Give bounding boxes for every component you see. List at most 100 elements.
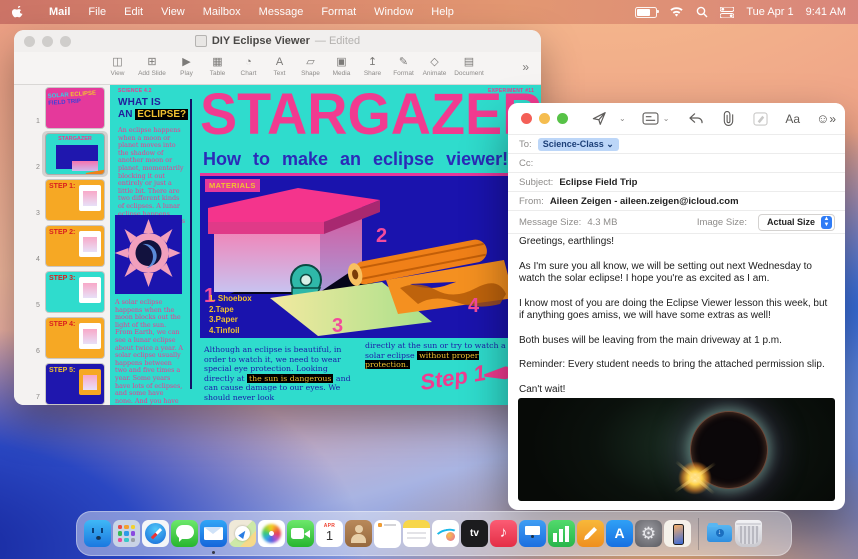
menu-format[interactable]: Format <box>321 6 356 18</box>
chart-button[interactable]: ◔Chart <box>233 56 264 77</box>
apple-menu-icon[interactable] <box>12 6 24 18</box>
slide-thumbnail-3[interactable]: 3 STEP 1: <box>14 177 110 223</box>
from-field[interactable]: From: Aileen Zeigen - aileen.zeigen@iclo… <box>508 191 845 211</box>
message-size-value: 4.3 MB <box>587 217 617 228</box>
animate-icon: ◇ <box>419 56 450 68</box>
to-field[interactable]: To: Science-Class ⌄ <box>508 134 845 154</box>
add-slide-button[interactable]: ⊞Add Slide <box>133 56 171 77</box>
format-fonts-button[interactable]: Aa <box>785 112 800 126</box>
text-icon: A <box>264 56 295 68</box>
dock-reminders-icon[interactable] <box>374 520 401 548</box>
menu-bar: Mail File Edit View Mailbox Message Form… <box>0 0 858 24</box>
materials-panel: MATERIALS <box>200 173 519 338</box>
slide-heading-line1: WHAT IS <box>118 97 161 108</box>
dock-mail-icon[interactable] <box>200 520 227 547</box>
dock-music-icon[interactable]: ♪ <box>490 520 517 547</box>
dock: APR1 tv ♪ A ⚙ ↓ <box>76 511 792 556</box>
minimize-button[interactable] <box>539 113 550 124</box>
eclipse-photo-attachment[interactable] <box>518 398 835 501</box>
header-fields-chevron-icon[interactable]: ⌄ <box>663 114 670 123</box>
subject-field[interactable]: Subject: Eclipse Field Trip <box>508 172 845 192</box>
dock-notes-icon[interactable] <box>403 520 430 547</box>
eclipse-flare <box>678 461 712 495</box>
toolbar-overflow-chevron-icon[interactable]: » <box>522 60 529 74</box>
menu-edit[interactable]: Edit <box>124 6 143 18</box>
dock-safari-icon[interactable] <box>142 520 169 547</box>
document-proxy-icon[interactable] <box>195 35 207 47</box>
dock-facetime-icon[interactable] <box>287 520 314 547</box>
add-slide-icon: ⊞ <box>133 56 171 68</box>
play-icon: ▶ <box>171 56 202 68</box>
header-fields-button[interactable] <box>642 112 659 125</box>
view-icon: ◫ <box>102 56 133 68</box>
recipient-token[interactable]: Science-Class ⌄ <box>538 138 619 151</box>
markup-button[interactable] <box>753 112 768 126</box>
menu-bar-date[interactable]: Tue Apr 1 <box>746 6 793 18</box>
cc-field[interactable]: Cc: <box>508 153 845 173</box>
menu-message[interactable]: Message <box>259 6 304 18</box>
send-options-chevron-icon[interactable]: ⌄ <box>619 114 626 123</box>
menu-help[interactable]: Help <box>431 6 454 18</box>
menu-bar-time[interactable]: 9:41 AM <box>806 6 846 18</box>
media-icon: ▣ <box>326 56 357 68</box>
slide-thumbnail-7[interactable]: 7 STEP 5: <box>14 361 110 405</box>
dock-settings-icon[interactable]: ⚙ <box>635 520 662 547</box>
slide-thumbnail-1[interactable]: 1 SOLAR ECLIPSE FIELD TRIP <box>14 85 110 131</box>
menu-mailbox[interactable]: Mailbox <box>203 6 241 18</box>
share-button[interactable]: ↥Share <box>357 56 388 77</box>
menu-view[interactable]: View <box>161 6 185 18</box>
document-title: DIY Eclipse Viewer <box>212 35 310 47</box>
dock-calendar-icon[interactable]: APR1 <box>316 520 343 547</box>
dock-numbers-icon[interactable] <box>548 520 575 547</box>
media-button[interactable]: ▣Media <box>326 56 357 77</box>
danger-highlight: the sun is dangerous <box>247 374 333 383</box>
dock-photos-icon[interactable] <box>258 520 285 547</box>
dock-messages-icon[interactable] <box>171 520 198 547</box>
animate-button[interactable]: ◇Animate <box>419 56 450 77</box>
share-icon: ↥ <box>357 56 388 68</box>
dock-maps-icon[interactable] <box>229 520 256 547</box>
dock-downloads-icon[interactable]: ↓ <box>706 520 733 547</box>
dock-contacts-icon[interactable] <box>345 520 372 547</box>
slide-subtitle: How to make an eclipse viewer! <box>203 149 508 170</box>
solar-eclipse-paragraph: A solar eclipse happens when the moon bl… <box>115 299 183 405</box>
reply-button[interactable] <box>688 112 704 125</box>
dock-pages-icon[interactable] <box>577 520 604 547</box>
keynote-toolbar: ◫View ⊞Add Slide ▶Play ▦Table ◔Chart ATe… <box>14 52 541 85</box>
menu-mail[interactable]: Mail <box>49 6 70 18</box>
format-button[interactable]: ✎Format <box>388 56 419 77</box>
control-center-icon[interactable] <box>720 7 734 18</box>
menu-file[interactable]: File <box>88 6 106 18</box>
slide-thumbnail-2-selected[interactable]: 2 STARGAZER <box>14 131 110 177</box>
dock-launchpad-icon[interactable] <box>113 520 140 547</box>
slide-thumbnail-5[interactable]: 5 STEP 3: <box>14 269 110 315</box>
spotlight-search-icon[interactable] <box>696 6 708 18</box>
send-button[interactable] <box>592 111 607 126</box>
slide-thumbnail-4[interactable]: 4 STEP 2: <box>14 223 110 269</box>
view-button[interactable]: ◫View <box>102 56 133 77</box>
attach-button[interactable] <box>722 111 735 126</box>
dock-appstore-icon[interactable]: A <box>606 520 633 547</box>
play-button[interactable]: ▶Play <box>171 56 202 77</box>
slide-thumbnail-6[interactable]: 6 STEP 4: <box>14 315 110 361</box>
menu-window[interactable]: Window <box>374 6 413 18</box>
wifi-icon[interactable] <box>669 7 684 18</box>
dock-finder-icon[interactable] <box>84 520 111 547</box>
zoom-button[interactable] <box>557 113 568 124</box>
close-button[interactable] <box>521 113 532 124</box>
dock-keynote-icon[interactable] <box>519 520 546 547</box>
table-button[interactable]: ▦Table <box>202 56 233 77</box>
dock-appletv-icon[interactable]: tv <box>461 520 488 547</box>
mail-toolbar-overflow-icon[interactable]: » <box>829 112 836 126</box>
slide-canvas[interactable]: SCIENCE 4.2 EXPERIMENT #11 WHAT IS AN EC… <box>110 85 541 405</box>
image-size-select[interactable]: Actual Size ▲▼ <box>758 214 835 231</box>
dock-trash-icon[interactable] <box>735 520 762 547</box>
slide-divider-line <box>190 99 192 389</box>
dock-iphone-mirroring-icon[interactable] <box>664 520 691 547</box>
document-button[interactable]: ▤Document <box>450 56 488 77</box>
battery-icon[interactable] <box>635 7 657 18</box>
shape-button[interactable]: ▱Shape <box>295 56 326 77</box>
emoji-button[interactable]: ☺ <box>816 111 829 126</box>
dock-freeform-icon[interactable] <box>432 520 459 547</box>
text-button[interactable]: AText <box>264 56 295 77</box>
